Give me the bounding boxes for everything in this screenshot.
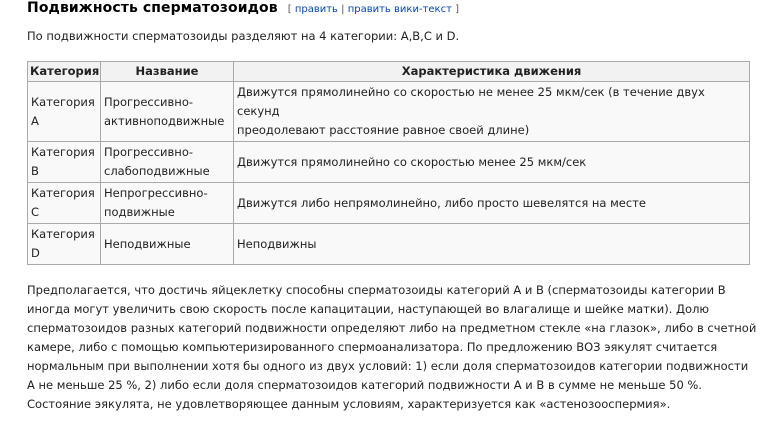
- edit-wikitext-link[interactable]: править вики-текст: [348, 4, 452, 15]
- paragraph-line: A не меньше 25 %, 2) либо если доля спер…: [27, 378, 703, 392]
- edit-bracket-close: ]: [455, 4, 459, 15]
- edit-link[interactable]: править: [295, 4, 338, 15]
- cell-description: Движутся прямолинейно со скоростью менее…: [233, 141, 750, 183]
- cell-description: Движутся прямолинейно со скоростью не ме…: [233, 81, 750, 142]
- article-page: Подвижность сперматозоидов [ править | п…: [0, 0, 770, 429]
- cell-name: Прогрессивно-слабоподвижные: [100, 141, 234, 183]
- cell-name: Неподвижные: [100, 223, 234, 265]
- section-heading: Подвижность сперматозоидов [ править | п…: [27, 0, 459, 20]
- explanation-paragraph: Предполагается, что достичь яйцеклетку с…: [27, 281, 757, 414]
- cell-description: Неподвижны: [233, 223, 750, 265]
- cell-category: Категория D: [27, 223, 101, 265]
- table-row: Категория A Прогрессивно-активноподвижные…: [27, 81, 750, 142]
- paragraph-line: нормальным при выполнении хотя бы одного…: [27, 359, 749, 373]
- motility-table: Категория Название Характеристика движен…: [27, 61, 750, 265]
- edit-bracket-open: [: [287, 4, 292, 15]
- table-row: Категория C Непрогрессивно-подвижные Движ…: [27, 182, 750, 224]
- paragraph-line: Предполагается, что достичь яйцеклетку с…: [27, 283, 726, 297]
- header-name: Название: [100, 61, 234, 82]
- table-row: Категория D Неподвижные Неподвижны: [27, 223, 750, 265]
- intro-text: По подвижности сперматозоиды разделяют н…: [27, 29, 460, 43]
- paragraph-line: камере, либо с помощью компьютеризирован…: [27, 340, 718, 354]
- section-title: Подвижность сперматозоидов: [27, 0, 278, 16]
- paragraph-line: сперматозоидов разных категорий подвижно…: [27, 321, 757, 335]
- edit-links: [ править | править вики-текст ]: [288, 4, 459, 15]
- header-description: Характеристика движения: [233, 61, 750, 82]
- paragraph-line: иногда могут увеличить свою скорость пос…: [27, 302, 710, 316]
- edit-separator: |: [341, 4, 345, 15]
- paragraph-line: Состояние эякулята, не удовлетворяющее д…: [27, 397, 671, 411]
- table-header-row: Категория Название Характеристика движен…: [27, 61, 750, 82]
- cell-description: Движутся либо непрямолинейно, либо прост…: [233, 182, 750, 224]
- cell-category: Категория C: [27, 182, 101, 224]
- cell-category: Категория B: [27, 141, 101, 183]
- table-row: Категория B Прогрессивно-слабоподвижные Д…: [27, 141, 750, 183]
- cell-name: Непрогрессивно-подвижные: [100, 182, 234, 224]
- cell-category: Категория A: [27, 81, 101, 142]
- cell-name: Прогрессивно-активноподвижные: [100, 81, 234, 142]
- header-category: Категория: [27, 61, 101, 82]
